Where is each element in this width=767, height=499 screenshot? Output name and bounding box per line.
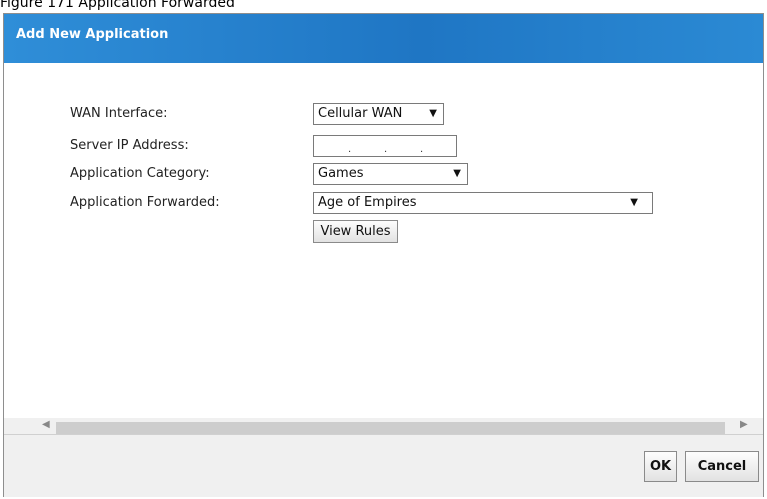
wan-interface-select[interactable]: Cellular WAN ▼ (313, 103, 444, 125)
server-ip-label: Server IP Address: (70, 138, 189, 153)
arrow-left-icon[interactable]: ◀ (42, 419, 50, 430)
ok-button[interactable]: OK (644, 451, 677, 482)
dialog-title: Add New Application (16, 27, 169, 42)
app-category-select[interactable]: Games ▼ (313, 163, 468, 185)
horizontal-scrollbar[interactable]: ◀ ▶ (4, 418, 763, 434)
app-category-label: Application Category: (70, 166, 210, 181)
scrollbar-thumb[interactable] (56, 422, 725, 434)
arrow-right-icon[interactable]: ▶ (740, 419, 748, 430)
app-category-value: Games (318, 166, 364, 181)
dialog-titlebar: Add New Application (4, 14, 763, 63)
dialog-content: WAN Interface: Cellular WAN ▼ Server IP … (4, 63, 763, 418)
app-forwarded-label: Application Forwarded: (70, 195, 220, 210)
wan-interface-label: WAN Interface: (70, 106, 168, 121)
ip-separator: . (384, 144, 388, 155)
app-forwarded-select[interactable]: Age of Empires ▼ (313, 192, 653, 214)
chevron-down-icon: ▼ (453, 168, 461, 179)
figure-caption: Figure 171 Application Forwarded (0, 0, 235, 11)
server-ip-field[interactable]: . . . (313, 135, 457, 157)
chevron-down-icon: ▼ (429, 108, 437, 119)
chevron-down-icon: ▼ (630, 197, 638, 208)
dialog-footer: OK Cancel (4, 434, 763, 497)
wan-interface-value: Cellular WAN (318, 106, 403, 121)
cancel-button[interactable]: Cancel (685, 451, 759, 482)
ip-separator: . (348, 144, 352, 155)
app-forwarded-value: Age of Empires (318, 195, 417, 210)
ip-separator: . (420, 144, 424, 155)
view-rules-button[interactable]: View Rules (313, 220, 398, 243)
add-new-application-dialog: Add New Application WAN Interface: Cellu… (3, 13, 764, 497)
